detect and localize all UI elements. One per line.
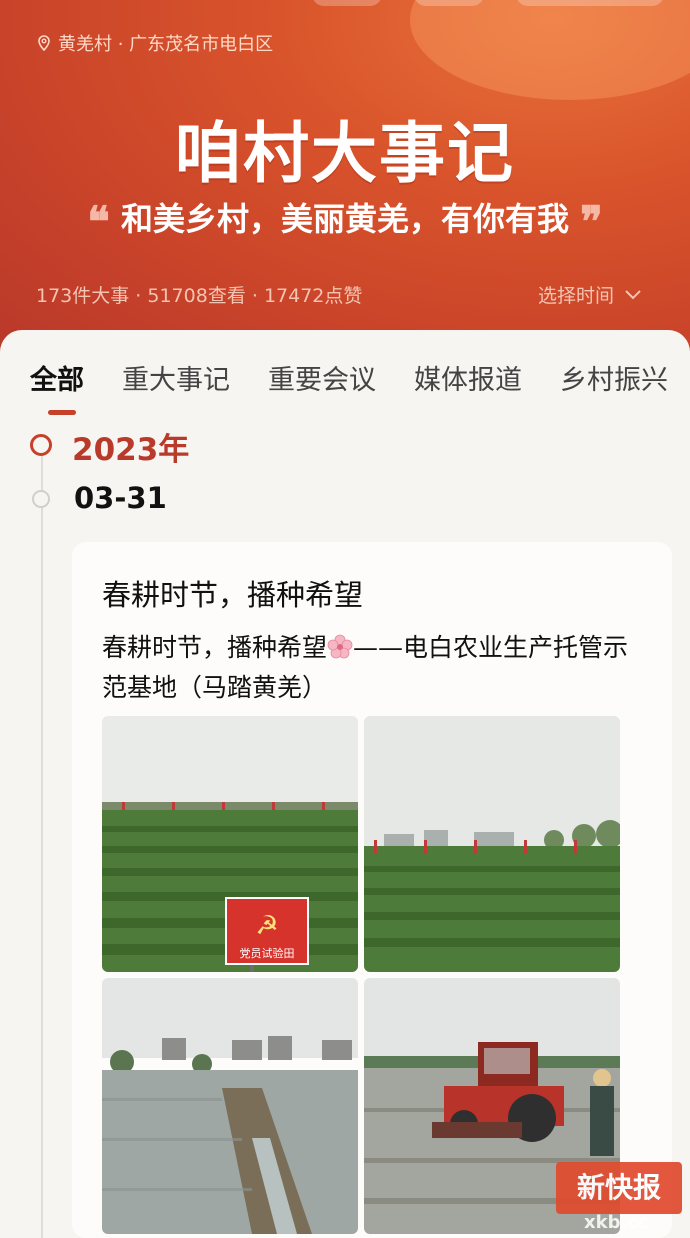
header-banner: 黄羌村 · 广东茂名市电白区 咱村大事记 ❝ 和美乡村，美丽黄羌，有你有我 ❞ … (0, 0, 690, 360)
time-select-button[interactable]: 选择时间 (538, 281, 642, 308)
cherry-blossom-icon (327, 634, 353, 659)
date-dot-icon (32, 490, 50, 508)
close-quote-icon: ❞ (580, 197, 603, 246)
tab-bar: 全部 重大事记 重要会议 媒体报道 乡村振兴 (30, 358, 668, 397)
timeline-line (41, 452, 43, 1238)
top-tab-shape (516, 0, 664, 6)
photo-image: ☭ 党员试验田 (102, 716, 358, 972)
event-description-part1: 春耕时节，播种希望 (102, 633, 328, 662)
tab-rural-revitalization[interactable]: 乡村振兴 (560, 358, 668, 397)
tab-media-reports[interactable]: 媒体报道 (414, 358, 522, 397)
watermark-domain: xkb.cc (584, 1212, 649, 1233)
location-text: 黄羌村 · 广东茂名市电白区 (58, 34, 274, 55)
active-tab-indicator (48, 410, 76, 415)
tab-major-events[interactable]: 重大事记 (122, 358, 230, 397)
top-tab-shape (414, 0, 484, 6)
photo-image (102, 978, 358, 1234)
tab-all[interactable]: 全部 (30, 358, 84, 397)
header-decoration (410, 0, 690, 100)
tab-important-meetings[interactable]: 重要会议 (268, 358, 376, 397)
open-quote-icon: ❝ (87, 197, 110, 246)
slogan: ❝ 和美乡村，美丽黄羌，有你有我 ❞ (0, 194, 690, 246)
stats-summary: 173件大事 · 51708查看 · 17472点赞 (36, 285, 363, 307)
timeline-date: 03-31 (74, 481, 167, 515)
chevron-down-icon (625, 289, 641, 299)
photo-paddy-field[interactable] (102, 978, 358, 1234)
top-tab-shape (312, 0, 382, 6)
event-description: 春耕时节，播种希望 ——电白农业生产托管示范基地（马踏黄羌） (102, 628, 642, 708)
event-title: 春耕时节，播种希望 (102, 578, 364, 612)
page-title: 咱村大事记 (175, 115, 515, 192)
photo-image (364, 716, 620, 972)
sign-text: 党员试验田 (240, 946, 295, 960)
watermark-logo: 新快报 (556, 1162, 682, 1214)
location-pin-icon (38, 35, 50, 51)
time-select-label: 选择时间 (537, 285, 614, 307)
photo-field-wide[interactable] (364, 716, 620, 972)
slogan-text: 和美乡村，美丽黄羌，有你有我 (120, 200, 569, 238)
location: 黄羌村 · 广东茂名市电白区 (36, 30, 273, 56)
event-card[interactable]: 春耕时节，播种希望 春耕时节，播种希望 ——电白农业生产托管示范基地（马踏黄羌）… (72, 542, 672, 1238)
photo-field-with-sign[interactable]: ☭ 党员试验田 (102, 716, 358, 972)
svg-text:☭: ☭ (255, 911, 278, 941)
year-dot-icon (30, 434, 52, 456)
timeline-year: 2023年 (72, 432, 190, 468)
